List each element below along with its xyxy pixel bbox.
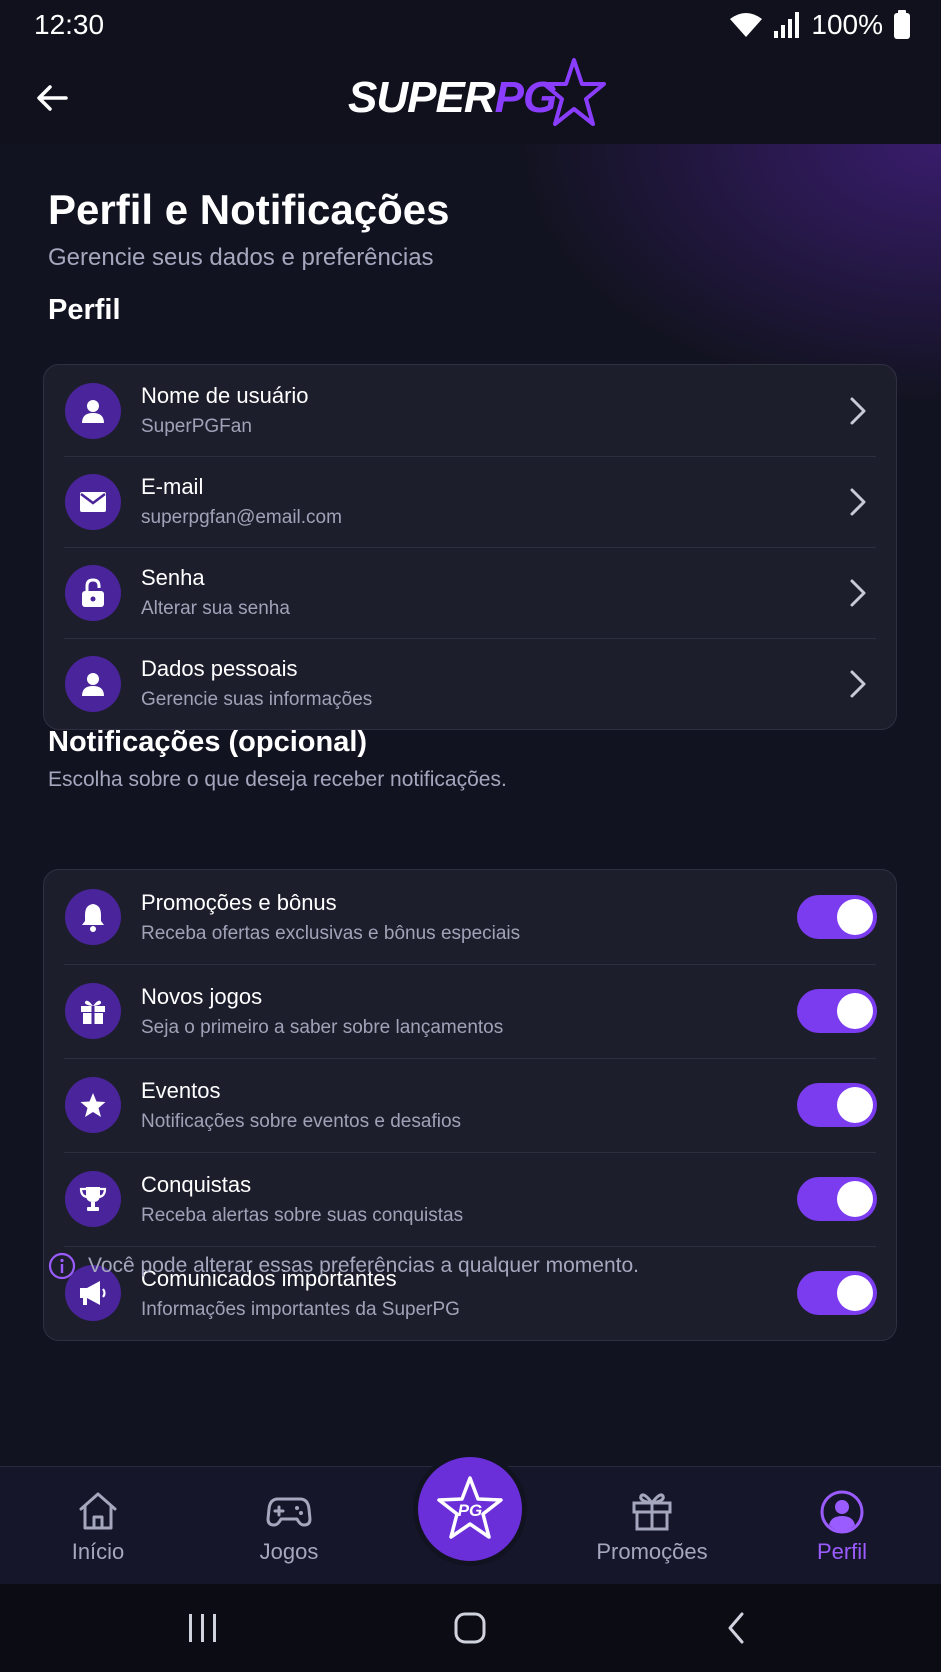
profile-item-title: Senha [141,565,205,590]
home-circle-icon [454,1612,486,1644]
chevron-right-icon [850,579,866,606]
notification-item-title: Eventos [141,1078,221,1103]
gamepad-icon [266,1497,312,1527]
mail-icon [65,473,121,530]
toggle-knob [837,993,873,1029]
promotions-toggle[interactable] [797,895,877,939]
nav-label: Início [71,1539,125,1564]
gift-icon [632,1493,672,1531]
nav-label: Perfil [816,1539,868,1564]
home-system-button[interactable] [430,1584,510,1672]
recent-apps-button[interactable] [163,1584,243,1672]
wifi-icon [730,13,763,37]
chevron-left-icon [728,1612,744,1644]
superpg-logo: SUPER PG [348,58,607,138]
nav-label: Promoções [596,1539,708,1564]
notification-item-events: Eventos Notificações sobre eventos e des… [44,1058,896,1152]
profile-item-password[interactable]: Senha Alterar sua senha [44,547,896,638]
nav-item-promotions[interactable]: Promoções [572,1467,732,1585]
profile-item-title: E-mail [141,474,204,499]
arrow-left-icon [37,85,68,111]
info-note-text: Você pode alterar essas preferências a q… [88,1254,639,1277]
profile-item-email[interactable]: E-mail superpgfan@email.com [44,456,896,547]
back-button[interactable] [30,76,74,120]
profile-item-value: superpgfan@email.com [141,507,342,528]
page-subtitle: Gerencie seus dados e preferências [48,244,434,271]
notification-item-description: Notificações sobre eventos e desafios [141,1111,462,1132]
chevron-right-icon [850,397,866,424]
toggle-knob [837,1275,873,1311]
app-header: SUPER PG [0,52,941,144]
notification-item-description: Seja o primeiro a saber sobre lançamento… [141,1017,504,1038]
status-indicators: 100% [729,8,911,42]
system-navigation-bar [0,1584,941,1672]
pg-star-icon: PG [437,1476,503,1539]
center-pg-button[interactable]: PG [418,1457,522,1561]
chevron-right-icon [850,670,866,697]
notification-item-promotions: Promoções e bônus Receba ofertas exclusi… [44,870,896,964]
signal-icon [774,12,800,38]
gift-icon [65,983,121,1039]
bell-icon [65,889,121,945]
trophy-icon [65,1171,121,1227]
recent-apps-icon [189,1614,216,1642]
achievements-toggle[interactable] [797,1177,877,1221]
info-icon [48,1252,76,1280]
user-icon [65,382,121,439]
profile-item-personal-data[interactable]: Dados pessoais Gerencie suas informações [44,638,896,729]
nav-label: Jogos [259,1539,319,1564]
star-icon [65,1077,121,1133]
nav-item-home[interactable]: Início [18,1467,178,1585]
profile-item-value: Gerencie suas informações [141,689,373,710]
battery-icon [894,10,910,39]
profile-item-title: Nome de usuário [141,383,309,408]
notification-item-description: Informações importantes da SuperPG [141,1299,460,1320]
notification-item-new-games: Novos jogos Seja o primeiro a saber sobr… [44,964,896,1058]
toggle-knob [837,1181,873,1217]
status-time: 12:30 [34,9,105,40]
notification-item-description: Receba alertas sobre suas conquistas [141,1205,464,1226]
toggle-knob [837,1087,873,1123]
lock-icon [65,564,121,621]
logo-star-icon [542,58,607,126]
center-pg-label: PG [458,1501,483,1520]
chevron-right-icon [850,488,866,515]
notification-item-title: Conquistas [141,1172,252,1197]
profile-item-username[interactable]: Nome de usuário SuperPGFan [44,365,896,456]
nav-item-profile[interactable]: Perfil [762,1467,922,1585]
profile-icon [820,1490,864,1534]
profile-item-value: Alterar sua senha [141,598,290,619]
profile-item-value: SuperPGFan [141,416,252,437]
profile-card: Nome de usuário SuperPGFan E-mail superp… [43,364,897,730]
profile-item-title: Dados pessoais [141,656,298,681]
notifications-section-title: Notificações (opcional) [48,726,368,758]
notification-item-description: Receba ofertas exclusivas e bônus especi… [141,923,521,944]
notification-item-title: Novos jogos [141,984,263,1009]
events-toggle[interactable] [797,1083,877,1127]
status-bar: 12:30 100% [0,0,941,52]
info-note: Você pode alterar essas preferências a q… [48,1252,639,1280]
notification-item-title: Promoções e bônus [141,890,337,915]
notifications-section-description: Escolha sobre o que deseja receber notif… [48,768,507,791]
nav-item-games[interactable]: Jogos [209,1467,369,1585]
new-games-toggle[interactable] [797,989,877,1033]
announcements-toggle[interactable] [797,1271,877,1315]
battery-percent: 100% [811,9,883,40]
logo-super-text: SUPER [348,73,496,122]
home-icon [79,1492,117,1530]
toggle-knob [837,899,873,935]
user-icon [65,655,121,712]
profile-section-title: Perfil [48,294,121,326]
page-title: Perfil e Notificações [48,186,450,233]
notification-item-achievements: Conquistas Receba alertas sobre suas con… [44,1152,896,1246]
back-system-button[interactable] [696,1584,776,1672]
